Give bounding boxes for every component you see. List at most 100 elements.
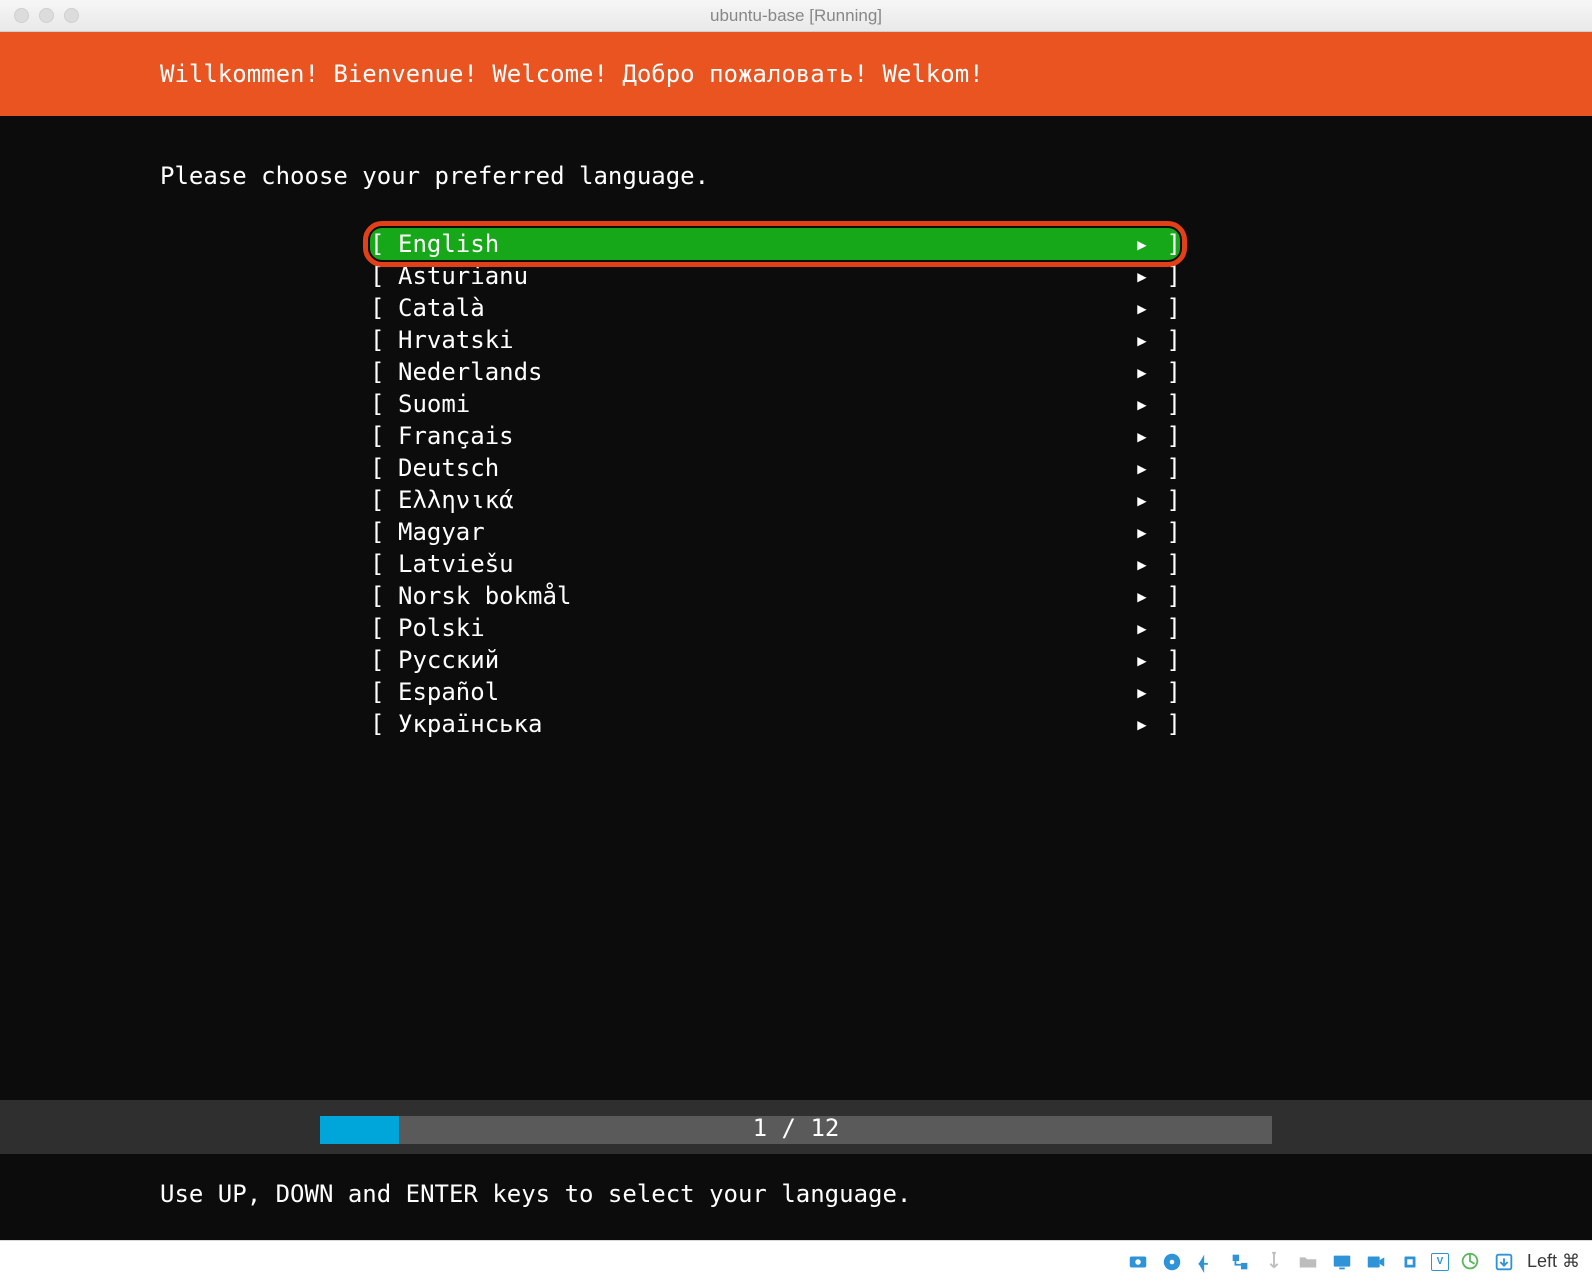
- language-option[interactable]: [ Hrvatski▸ ]: [370, 324, 1180, 356]
- language-option[interactable]: [ Українська▸ ]: [370, 708, 1180, 740]
- language-option[interactable]: [ Català▸ ]: [370, 292, 1180, 324]
- capture-icon[interactable]: [1491, 1249, 1517, 1275]
- language-label: Українська: [398, 708, 1132, 740]
- bracket-open: [: [370, 548, 398, 580]
- submenu-arrow-icon: ▸: [1132, 356, 1152, 388]
- progress-bar: [320, 1116, 1272, 1144]
- submenu-arrow-icon: ▸: [1132, 548, 1152, 580]
- language-label: Polski: [398, 612, 1132, 644]
- language-list[interactable]: [ English▸ ][ Asturianu▸ ][ Català▸ ][ H…: [370, 228, 1180, 740]
- cpu-icon[interactable]: [1397, 1249, 1423, 1275]
- language-option[interactable]: [ Español▸ ]: [370, 676, 1180, 708]
- recording-icon[interactable]: [1363, 1249, 1389, 1275]
- usb-icon[interactable]: [1261, 1249, 1287, 1275]
- language-option[interactable]: [ Nederlands▸ ]: [370, 356, 1180, 388]
- shared-folder-icon[interactable]: [1295, 1249, 1321, 1275]
- language-option[interactable]: [ Magyar▸ ]: [370, 516, 1180, 548]
- language-label: Català: [398, 292, 1132, 324]
- language-label: Русский: [398, 644, 1132, 676]
- language-option[interactable]: [ English▸ ]: [370, 228, 1180, 260]
- bracket-close: ]: [1152, 452, 1180, 484]
- submenu-arrow-icon: ▸: [1132, 612, 1152, 644]
- bracket-close: ]: [1152, 388, 1180, 420]
- bracket-open: [: [370, 452, 398, 484]
- bracket-close: ]: [1152, 260, 1180, 292]
- language-label: Español: [398, 676, 1132, 708]
- language-option[interactable]: [ Latviešu▸ ]: [370, 548, 1180, 580]
- bracket-open: [: [370, 292, 398, 324]
- language-label: English: [398, 228, 1132, 260]
- bracket-close: ]: [1152, 708, 1180, 740]
- language-option[interactable]: [ Deutsch▸ ]: [370, 452, 1180, 484]
- bracket-open: [: [370, 516, 398, 548]
- bracket-close: ]: [1152, 292, 1180, 324]
- language-label: Hrvatski: [398, 324, 1132, 356]
- bracket-open: [: [370, 484, 398, 516]
- window-titlebar: ubuntu-base [Running]: [0, 0, 1592, 32]
- submenu-arrow-icon: ▸: [1132, 516, 1152, 548]
- language-label: Nederlands: [398, 356, 1132, 388]
- optical-disc-icon[interactable]: [1159, 1249, 1185, 1275]
- bracket-open: [: [370, 260, 398, 292]
- submenu-arrow-icon: ▸: [1132, 452, 1152, 484]
- window-zoom-button[interactable]: [64, 8, 79, 23]
- bracket-close: ]: [1152, 356, 1180, 388]
- vm-status-bar: V Left ⌘: [0, 1240, 1592, 1282]
- bracket-open: [: [370, 324, 398, 356]
- window-minimize-button[interactable]: [39, 8, 54, 23]
- language-option[interactable]: [ Asturianu▸ ]: [370, 260, 1180, 292]
- submenu-arrow-icon: ▸: [1132, 676, 1152, 708]
- submenu-arrow-icon: ▸: [1132, 580, 1152, 612]
- bracket-close: ]: [1152, 324, 1180, 356]
- audio-icon[interactable]: [1193, 1249, 1219, 1275]
- submenu-arrow-icon: ▸: [1132, 260, 1152, 292]
- prompt-text: Please choose your preferred language.: [0, 160, 1592, 192]
- bracket-open: [: [370, 708, 398, 740]
- submenu-arrow-icon: ▸: [1132, 388, 1152, 420]
- bracket-close: ]: [1152, 676, 1180, 708]
- bracket-close: ]: [1152, 228, 1180, 260]
- welcome-banner: Willkommen! Bienvenue! Welcome! Добро по…: [0, 32, 1592, 116]
- bracket-open: [: [370, 228, 398, 260]
- hard-disk-icon[interactable]: [1125, 1249, 1151, 1275]
- network-icon[interactable]: [1227, 1249, 1253, 1275]
- progress-fill: [320, 1116, 399, 1144]
- bracket-open: [: [370, 388, 398, 420]
- language-option[interactable]: [ Polski▸ ]: [370, 612, 1180, 644]
- host-key-label: Left ⌘: [1527, 1251, 1580, 1272]
- mouse-integration-icon[interactable]: [1457, 1249, 1483, 1275]
- installer-screen: Willkommen! Bienvenue! Welcome! Добро по…: [0, 32, 1592, 1240]
- bracket-close: ]: [1152, 548, 1180, 580]
- language-label: Latviešu: [398, 548, 1132, 580]
- language-label: Deutsch: [398, 452, 1132, 484]
- submenu-arrow-icon: ▸: [1132, 324, 1152, 356]
- submenu-arrow-icon: ▸: [1132, 292, 1152, 324]
- submenu-arrow-icon: ▸: [1132, 484, 1152, 516]
- submenu-arrow-icon: ▸: [1132, 228, 1152, 260]
- bracket-open: [: [370, 580, 398, 612]
- language-option[interactable]: [ Français▸ ]: [370, 420, 1180, 452]
- bracket-open: [: [370, 356, 398, 388]
- bracket-close: ]: [1152, 516, 1180, 548]
- language-label: Ελληνικά: [398, 484, 1132, 516]
- window-close-button[interactable]: [14, 8, 29, 23]
- traffic-lights: [14, 8, 79, 23]
- bracket-close: ]: [1152, 420, 1180, 452]
- language-label: Français: [398, 420, 1132, 452]
- bracket-close: ]: [1152, 580, 1180, 612]
- display-icon[interactable]: [1329, 1249, 1355, 1275]
- language-label: Asturianu: [398, 260, 1132, 292]
- bracket-open: [: [370, 612, 398, 644]
- language-option[interactable]: [ Ελληνικά▸ ]: [370, 484, 1180, 516]
- bracket-open: [: [370, 420, 398, 452]
- language-option[interactable]: [ Suomi▸ ]: [370, 388, 1180, 420]
- bracket-close: ]: [1152, 644, 1180, 676]
- language-label: Magyar: [398, 516, 1132, 548]
- keyboard-indicator[interactable]: V: [1431, 1253, 1449, 1271]
- language-option[interactable]: [ Norsk bokmål▸ ]: [370, 580, 1180, 612]
- bracket-close: ]: [1152, 484, 1180, 516]
- bracket-open: [: [370, 644, 398, 676]
- language-label: Suomi: [398, 388, 1132, 420]
- submenu-arrow-icon: ▸: [1132, 420, 1152, 452]
- language-option[interactable]: [ Русский▸ ]: [370, 644, 1180, 676]
